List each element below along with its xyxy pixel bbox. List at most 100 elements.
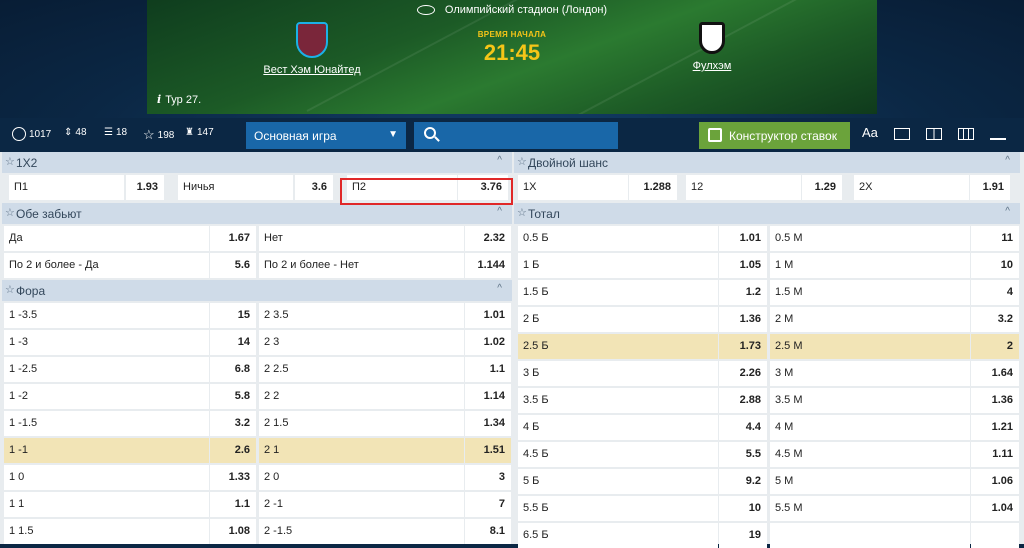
outcome-label[interactable]: 1 -1.5 [4, 411, 209, 436]
odds-value[interactable]: 1.36 [971, 388, 1019, 413]
outcome-label[interactable]: 1 0 [4, 465, 209, 490]
odds-value[interactable]: 4.4 [719, 415, 767, 440]
outcome-label[interactable]: 0.5 Б [518, 226, 718, 251]
outcome-label[interactable]: 2.5 М [770, 334, 970, 359]
outcome-label[interactable]: 1 М [770, 253, 970, 278]
outcome-label[interactable]: 2X [854, 175, 969, 200]
outcome-label[interactable]: 1 1.5 [4, 519, 209, 544]
odds-value[interactable]: 2.6 [210, 438, 256, 463]
outcome-label[interactable]: 1 -3 [4, 330, 209, 355]
star-icon[interactable]: ☆ [5, 155, 15, 168]
outcome-label[interactable]: 12 [686, 175, 801, 200]
search-button[interactable] [414, 122, 618, 149]
odds-value[interactable]: 1.01 [465, 303, 511, 328]
odds-value[interactable]: 5.8 [210, 384, 256, 409]
home-team[interactable]: Вест Хэм Юнайтед [242, 22, 382, 76]
outcome-label[interactable]: 4.5 Б [518, 442, 718, 467]
odds-value[interactable]: 3 [465, 465, 511, 490]
odds-value[interactable]: 1.21 [971, 415, 1019, 440]
filter-list[interactable]: ☰ 18 [104, 127, 127, 138]
odds-value[interactable]: 1.1 [210, 492, 256, 517]
outcome-label[interactable]: 1 1 [4, 492, 209, 517]
outcome-label[interactable]: 2 1 [259, 438, 464, 463]
outcome-label[interactable]: По 2 и более - Нет [259, 253, 464, 278]
outcome-label[interactable]: 1 -3.5 [4, 303, 209, 328]
away-team-name[interactable]: Фулхэм [642, 60, 782, 72]
outcome-label[interactable] [770, 523, 970, 548]
outcome-label[interactable]: 3 М [770, 361, 970, 386]
odds-value[interactable]: 3.2 [971, 307, 1019, 332]
odds-value[interactable]: 1.67 [210, 226, 256, 251]
outcome-label[interactable]: 0.5 М [770, 226, 970, 251]
outcome-label[interactable]: 2 2 [259, 384, 464, 409]
odds-value[interactable]: 2 [971, 334, 1019, 359]
odds-value[interactable]: 1.06 [971, 469, 1019, 494]
filter-favorites[interactable]: ☆ 198 [143, 127, 174, 143]
odds-value[interactable]: 10 [719, 496, 767, 521]
odds-value[interactable]: 1.01 [719, 226, 767, 251]
odds-value[interactable]: 1.04 [971, 496, 1019, 521]
odds-value[interactable]: 1.64 [971, 361, 1019, 386]
filter-all[interactable]: 1017 [12, 127, 51, 141]
view-single-icon[interactable] [894, 128, 910, 140]
odds-value[interactable]: 14 [210, 330, 256, 355]
odds-value[interactable]: 3.6 [295, 175, 333, 200]
chevron-up-icon[interactable]: ^ [497, 155, 502, 166]
odds-value[interactable]: 9.2 [719, 469, 767, 494]
odds-value[interactable] [971, 523, 1019, 548]
market-double-chance-header[interactable]: ☆ Двойной шанс ^ [514, 152, 1020, 173]
odds-value[interactable]: 1.288 [629, 175, 677, 200]
outcome-label[interactable]: 5.5 М [770, 496, 970, 521]
odds-value[interactable]: 8.1 [465, 519, 511, 544]
outcome-label[interactable]: 1 Б [518, 253, 718, 278]
odds-value[interactable]: 1.1 [465, 357, 511, 382]
outcome-label[interactable]: 1.5 Б [518, 280, 718, 305]
odds-value[interactable]: 1.11 [971, 442, 1019, 467]
market-both-score-header[interactable]: ☆ Обе забьют ^ [2, 203, 512, 224]
bet-builder-button[interactable]: Конструктор ставок [699, 122, 850, 149]
odds-value[interactable]: 10 [971, 253, 1019, 278]
outcome-label[interactable]: 2 М [770, 307, 970, 332]
odds-value[interactable]: 11 [971, 226, 1019, 251]
odds-value[interactable]: 1.29 [802, 175, 842, 200]
chevron-up-icon[interactable]: ^ [1005, 155, 1010, 166]
view-three-column-icon[interactable] [958, 128, 974, 140]
odds-value[interactable]: 1.33 [210, 465, 256, 490]
outcome-label[interactable]: 4.5 М [770, 442, 970, 467]
odds-value[interactable]: 2.26 [719, 361, 767, 386]
outcome-label[interactable]: 3.5 Б [518, 388, 718, 413]
view-two-column-icon[interactable] [926, 128, 942, 140]
star-icon[interactable]: ☆ [517, 206, 527, 219]
outcome-label[interactable]: 3 Б [518, 361, 718, 386]
outcome-label[interactable]: 1 -2.5 [4, 357, 209, 382]
odds-value[interactable]: 1.34 [465, 411, 511, 436]
outcome-label[interactable]: По 2 и более - Да [4, 253, 209, 278]
outcome-label[interactable]: Нет [259, 226, 464, 251]
outcome-label[interactable]: 2 Б [518, 307, 718, 332]
pin-icon[interactable] [990, 128, 1006, 140]
chevron-up-icon[interactable]: ^ [497, 283, 502, 294]
odds-value[interactable]: 7 [465, 492, 511, 517]
odds-value[interactable]: 1.36 [719, 307, 767, 332]
star-icon[interactable]: ☆ [5, 206, 15, 219]
odds-value[interactable]: 2.88 [719, 388, 767, 413]
outcome-label[interactable]: 6.5 Б [518, 523, 718, 548]
market-handicap-header[interactable]: ☆ Фора ^ [2, 280, 512, 301]
odds-value[interactable]: 4 [971, 280, 1019, 305]
outcome-label[interactable]: 2 3 [259, 330, 464, 355]
outcome-label[interactable]: 5 М [770, 469, 970, 494]
star-icon[interactable]: ☆ [517, 155, 527, 168]
away-team[interactable]: Фулхэм [642, 22, 782, 72]
odds-value[interactable]: 5.5 [719, 442, 767, 467]
outcome-label[interactable]: 2 0 [259, 465, 464, 490]
outcome-label[interactable]: 2 3.5 [259, 303, 464, 328]
market-1x2-header[interactable]: ☆ 1X2 ^ [2, 152, 512, 173]
odds-value[interactable]: 19 [719, 523, 767, 548]
outcome-label[interactable]: 2 -1.5 [259, 519, 464, 544]
odds-value[interactable]: 1.91 [970, 175, 1010, 200]
odds-value[interactable]: 1.05 [719, 253, 767, 278]
outcome-label[interactable]: Да [4, 226, 209, 251]
outcome-label[interactable]: 2.5 Б [518, 334, 718, 359]
odds-value[interactable]: 1.08 [210, 519, 256, 544]
odds-value[interactable]: 1.14 [465, 384, 511, 409]
